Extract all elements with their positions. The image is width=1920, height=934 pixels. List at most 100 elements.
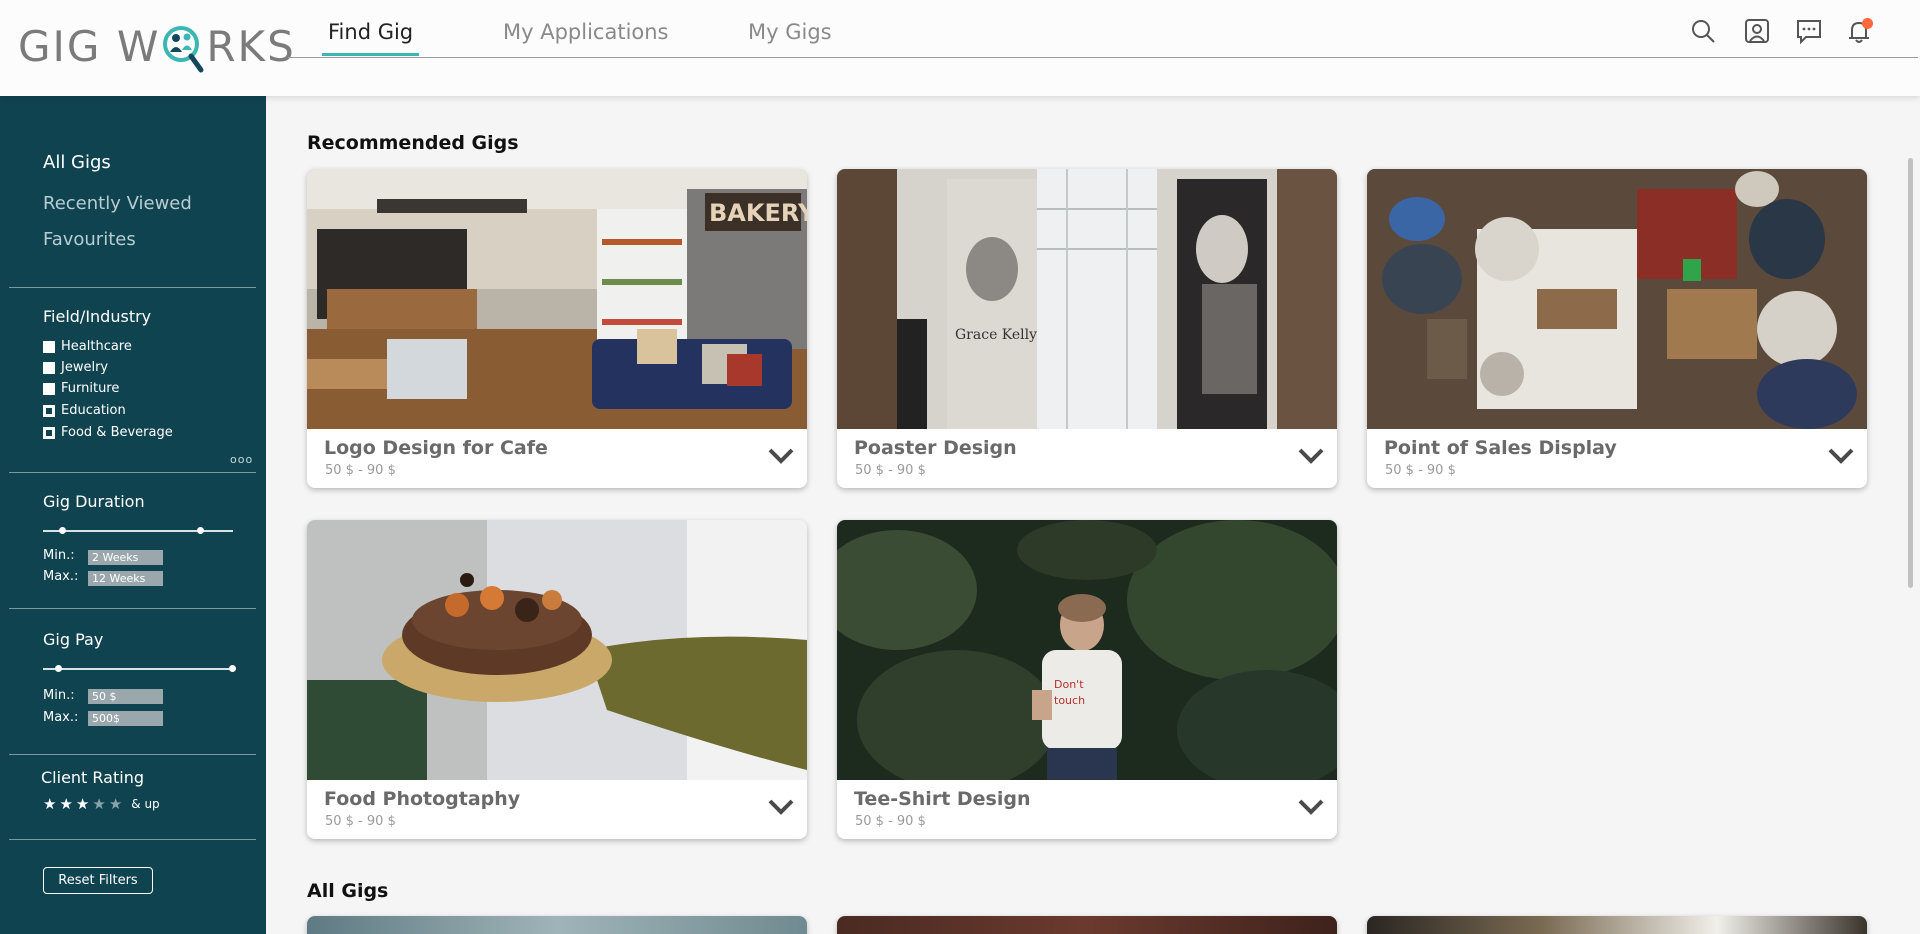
filter-option-label: Healthcare	[61, 339, 132, 354]
gig-image-plants: Don't touch	[837, 520, 1337, 780]
profile-icon[interactable]	[1742, 16, 1772, 46]
filter-option-jewelry[interactable]: Jewelry	[43, 360, 108, 375]
chevron-down-icon[interactable]	[1827, 445, 1855, 465]
tab-my-gigs[interactable]: My Gigs	[748, 20, 832, 56]
divider	[9, 608, 256, 609]
slider-handle-max[interactable]	[229, 665, 236, 672]
recommended-gigs-title: Recommended Gigs	[307, 132, 519, 154]
checkbox-checked[interactable]	[43, 404, 55, 417]
notifications-icon[interactable]	[1844, 16, 1874, 46]
gig-title[interactable]: Poaster Design	[854, 437, 1017, 459]
duration-min-label: Min.:	[43, 548, 75, 563]
chevron-down-icon[interactable]	[1297, 445, 1325, 465]
slider-handle-max[interactable]	[196, 527, 204, 534]
star-icon[interactable]: ★	[43, 795, 56, 813]
tab-my-applications[interactable]: My Applications	[503, 20, 669, 56]
gig-image-banners: Grace Kelly	[837, 169, 1337, 429]
filter-option-label: Jewelry	[61, 360, 109, 375]
gig-works-logo[interactable]: GIG W RKS	[18, 16, 296, 76]
all-gigs-title: All Gigs	[307, 880, 389, 902]
gig-price: 50 $ - 90 $	[325, 814, 396, 829]
gig-image-cake	[307, 520, 807, 780]
star-icon[interactable]: ★	[59, 795, 72, 813]
duration-min-input[interactable]: 2 Weeks	[88, 550, 163, 565]
slider-handle-min[interactable]	[55, 665, 63, 672]
divider	[9, 287, 256, 288]
client-rating-stars[interactable]: ★ ★ ★ ★ ★ & up	[43, 795, 160, 813]
star-icon[interactable]: ★	[92, 795, 105, 813]
more-options-button[interactable]: ooo	[230, 453, 253, 466]
rating-suffix: & up	[131, 797, 160, 811]
gig-card[interactable]: Don't touch Tee-Shirt Design 50 $ - 90 $	[837, 520, 1337, 839]
scrollbar[interactable]	[1908, 158, 1913, 588]
main-nav: Find Gig My Applications My Gigs	[288, 0, 1918, 58]
chevron-down-icon[interactable]	[1297, 796, 1325, 816]
gig-pay-slider[interactable]	[43, 665, 236, 672]
divider	[9, 839, 256, 840]
gig-card[interactable]: Food Photogtaphy 50 $ - 90 $	[307, 520, 807, 839]
top-header: GIG W RKS Find Gig My Applications My Gi…	[0, 0, 1920, 96]
gig-title[interactable]: Tee-Shirt Design	[854, 788, 1031, 810]
gig-image	[307, 916, 807, 934]
messages-icon[interactable]	[1794, 16, 1824, 46]
gig-title[interactable]: Food Photogtaphy	[324, 788, 520, 810]
gig-price: 50 $ - 90 $	[855, 463, 926, 478]
checkbox-checked[interactable]	[43, 426, 55, 439]
pay-min-input[interactable]: 50 $	[88, 689, 163, 704]
star-icon[interactable]: ★	[109, 795, 122, 813]
gig-title[interactable]: Logo Design for Cafe	[324, 437, 548, 459]
gig-price: 50 $ - 90 $	[325, 463, 396, 478]
filter-option-healthcare[interactable]: Healthcare	[43, 339, 132, 354]
checkbox[interactable]	[43, 382, 55, 395]
filter-option-furniture[interactable]: Furniture	[43, 381, 119, 396]
filter-option-label: Furniture	[61, 381, 120, 396]
gig-card[interactable]: BAKERY Logo Design for Cafe 50 $ - 90 $	[307, 169, 807, 488]
filter-option-education[interactable]: Education	[43, 403, 126, 418]
logo-text-left: GIG W	[18, 21, 161, 71]
field-industry-title: Field/Industry	[43, 307, 152, 326]
divider	[9, 754, 256, 755]
client-rating-title: Client Rating	[41, 768, 144, 787]
gig-duration-slider[interactable]	[43, 527, 233, 534]
gig-pay-title: Gig Pay	[43, 630, 104, 649]
sidebar-item-recently-viewed[interactable]: Recently Viewed	[43, 193, 192, 214]
notification-badge	[1862, 18, 1873, 29]
search-icon[interactable]	[1688, 16, 1718, 46]
tab-find-gig[interactable]: Find Gig	[321, 20, 420, 56]
gig-card[interactable]: Grace Kelly Poaster Design 50 $ - 90 $	[837, 169, 1337, 488]
gig-price: 50 $ - 90 $	[855, 814, 926, 829]
gig-card[interactable]	[1367, 916, 1867, 934]
gig-card[interactable]: Point of Sales Display 50 $ - 90 $	[1367, 169, 1867, 488]
gig-title[interactable]: Point of Sales Display	[1384, 437, 1617, 459]
checkbox[interactable]	[43, 361, 55, 374]
gig-card[interactable]	[307, 916, 807, 934]
chevron-down-icon[interactable]	[767, 796, 795, 816]
filter-option-food-beverage[interactable]: Food & Beverage	[43, 425, 173, 440]
slider-handle-min[interactable]	[59, 527, 66, 534]
duration-max-label: Max.:	[43, 569, 79, 584]
sidebar-item-all-gigs[interactable]: All Gigs	[43, 152, 111, 173]
chevron-down-icon[interactable]	[767, 445, 795, 465]
svg-text:Don't: Don't	[1054, 678, 1084, 691]
magnifier-people-icon	[161, 18, 205, 74]
pay-min-label: Min.:	[43, 688, 75, 703]
svg-text:Grace Kelly: Grace Kelly	[955, 327, 1037, 343]
gig-image	[837, 916, 1337, 934]
gig-image-cafe: BAKERY	[307, 169, 807, 429]
divider	[9, 472, 256, 473]
gig-image-market	[1367, 169, 1867, 429]
gig-card[interactable]	[837, 916, 1337, 934]
reset-filters-button[interactable]: Reset Filters	[43, 867, 153, 894]
pay-max-label: Max.:	[43, 710, 79, 725]
sidebar-item-favourites[interactable]: Favourites	[43, 229, 136, 250]
star-icon[interactable]: ★	[76, 795, 89, 813]
pay-max-input[interactable]: 500$	[88, 711, 163, 726]
gig-duration-title: Gig Duration	[43, 492, 145, 511]
logo-text-right: RKS	[206, 21, 296, 71]
main-content: Recommended Gigs BAKERY Logo Design for	[266, 96, 1920, 934]
filter-option-label: Education	[61, 403, 126, 418]
filter-option-label: Food & Beverage	[61, 425, 173, 440]
duration-max-input[interactable]: 12 Weeks	[88, 571, 163, 586]
checkbox[interactable]	[43, 340, 55, 353]
svg-text:BAKERY: BAKERY	[709, 199, 807, 227]
